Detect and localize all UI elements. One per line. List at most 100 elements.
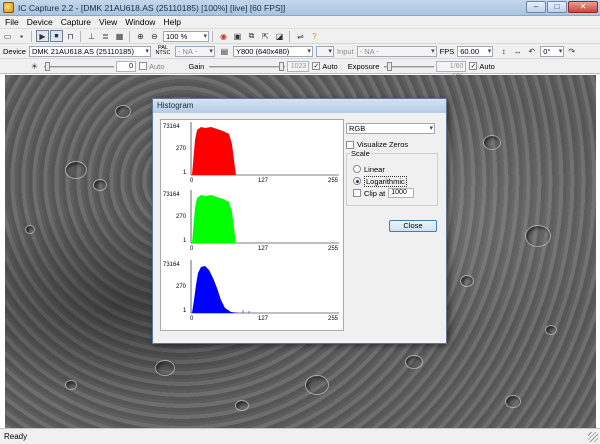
input-label: Input — [336, 46, 354, 56]
format-dropdown — [315, 45, 334, 57]
exposure-auto[interactable]: ✓ Auto — [469, 62, 495, 71]
device-select[interactable]: DMK 21AU618.AS (25110185) — [28, 45, 151, 57]
green-histogram-area — [192, 195, 236, 243]
minimize-icon[interactable]: – — [526, 1, 546, 13]
red-histogram-area — [192, 127, 236, 175]
separator — [31, 30, 32, 42]
exposure-auto-checkbox[interactable]: ✓ — [469, 62, 478, 70]
resize-grip-icon[interactable] — [588, 432, 598, 442]
visualize-zeros-checkbox[interactable] — [346, 140, 354, 149]
device-label: Device — [3, 46, 26, 56]
blue-y-tick-min: 1 — [183, 308, 187, 314]
flip-vertical-icon[interactable]: ↕ — [497, 45, 510, 57]
separator — [289, 30, 290, 42]
rotation-select[interactable]: 0° — [540, 45, 565, 57]
brightness-slider[interactable] — [44, 61, 114, 72]
gain-auto-label: Auto — [322, 61, 338, 71]
export-icon[interactable]: ⇱ — [259, 30, 272, 42]
brightness-auto-checkbox[interactable] — [139, 62, 147, 70]
menu-bar: File Device Capture View Window Help — [0, 16, 600, 29]
zoom-in-icon[interactable]: ⊕ — [134, 30, 147, 42]
brightness-value[interactable]: 0 — [116, 60, 136, 72]
menu-help[interactable]: Help — [163, 17, 180, 27]
channel-select[interactable]: RGB — [346, 123, 435, 134]
menu-file[interactable]: File — [5, 17, 19, 27]
blue-x-tick-127: 127 — [258, 316, 269, 322]
blue-x-tick-255: 255 — [328, 316, 339, 322]
live-stop-icon[interactable]: ⏹ — [50, 30, 63, 42]
clip-label: Clip at — [364, 188, 386, 198]
crater — [405, 355, 423, 369]
new-icon[interactable]: ▭ — [1, 30, 14, 42]
brightness-icon: ☀ — [30, 61, 39, 71]
fps-select[interactable]: 60.00 — [457, 45, 494, 57]
snap-image-icon[interactable]: ◉ — [217, 30, 230, 42]
menu-capture[interactable]: Capture — [61, 17, 91, 27]
crater — [525, 225, 551, 247]
menu-device[interactable]: Device — [27, 17, 53, 27]
green-x-tick-0: 0 — [190, 246, 194, 252]
properties-icon[interactable]: ≣ — [99, 30, 112, 42]
video-format-select[interactable]: Y800 (640x480) — [232, 45, 313, 57]
clip-option[interactable]: Clip at 1000 — [353, 188, 437, 198]
linear-radio[interactable] — [353, 165, 361, 173]
clip-checkbox[interactable] — [353, 189, 361, 197]
rotate-icon[interactable]: ↶ — [525, 45, 538, 57]
gain-auto-checkbox[interactable]: ✓ — [312, 62, 321, 70]
green-x-tick-127: 127 — [258, 246, 269, 252]
gain-auto[interactable]: ✓ Auto — [312, 61, 338, 71]
separator — [80, 30, 81, 42]
close-icon[interactable]: ✕ — [568, 1, 598, 13]
linear-option[interactable]: Linear — [353, 164, 437, 174]
trigger-icon[interactable]: ⊓ — [64, 30, 77, 42]
logarithmic-radio[interactable] — [353, 177, 361, 185]
logarithmic-label: Logarithmic — [364, 175, 407, 187]
red-y-tick-mid: 270 — [176, 146, 187, 152]
histogram-plots: 73164 270 1 0 127 255 73164 270 1 0 127 — [163, 122, 339, 322]
brightness-auto[interactable]: Auto — [139, 62, 164, 71]
blue-histogram: 73164 270 1 0 127 255 — [163, 260, 339, 322]
save-icon[interactable]: ▪ — [15, 30, 28, 42]
crater — [305, 375, 329, 395]
blue-histogram-area — [192, 266, 239, 313]
visualize-zeros-option[interactable]: Visualize Zeros — [346, 140, 442, 149]
linear-label: Linear — [364, 164, 385, 174]
video-norm-label: PAL NTSC — [155, 44, 171, 56]
status-text: Ready — [4, 432, 28, 441]
logarithmic-option[interactable]: Logarithmic — [353, 175, 437, 187]
red-x-tick-255: 255 — [328, 178, 339, 184]
zoom-out-icon[interactable]: ⊖ — [148, 30, 161, 42]
blue-x-tick-0: 0 — [190, 316, 194, 322]
green-y-tick-mid: 270 — [176, 214, 187, 220]
clip-value-input[interactable]: 1000 — [388, 188, 415, 198]
gain-value: 1023 — [287, 60, 310, 72]
grid-icon[interactable]: ▦ — [113, 30, 126, 42]
histogram-panel: 73164 270 1 0 127 255 73164 270 1 0 127 — [160, 119, 344, 331]
zoom-select[interactable]: 100 % — [163, 30, 209, 42]
copy-icon[interactable]: ⧉ — [245, 30, 258, 42]
crater — [25, 225, 35, 234]
device-settings-icon[interactable]: ⇌ — [294, 30, 307, 42]
red-histogram: 73164 270 1 0 127 255 — [163, 122, 339, 184]
histogram-options: RGB Visualize Zeros Scale Linear Logarit… — [346, 123, 442, 206]
overlay-icon[interactable]: ◪ — [273, 30, 286, 42]
rotate-clockwise-icon[interactable]: ↷ — [565, 45, 578, 57]
menu-view[interactable]: View — [99, 17, 117, 27]
menu-window[interactable]: Window — [125, 17, 155, 27]
help-icon[interactable]: ? — [308, 30, 321, 42]
capture-video-icon[interactable]: ▣ — [231, 30, 244, 42]
green-histogram: 73164 270 1 0 127 255 — [163, 190, 339, 252]
maximize-icon[interactable]: □ — [547, 1, 567, 13]
device-toolbar: Device DMK 21AU618.AS (25110185) PAL NTS… — [0, 44, 600, 59]
green-y-tick-max: 73164 — [163, 192, 180, 198]
close-button[interactable]: Close — [389, 220, 437, 232]
window-controls: – □ ✕ — [526, 1, 598, 13]
live-view-icon[interactable]: ▶ — [36, 30, 49, 42]
crater — [115, 105, 131, 118]
histogram-icon[interactable]: ⊥ — [85, 30, 98, 42]
flip-horizontal-icon[interactable]: ↔ — [511, 45, 524, 57]
property-toolbar: ☀ 0 Auto Gain 1023 ✓ Auto Exposure 1/60 … — [0, 59, 600, 79]
red-x-tick-127: 127 — [258, 178, 269, 184]
histogram-dialog-title[interactable]: Histogram — [153, 99, 446, 113]
crater — [235, 400, 249, 411]
